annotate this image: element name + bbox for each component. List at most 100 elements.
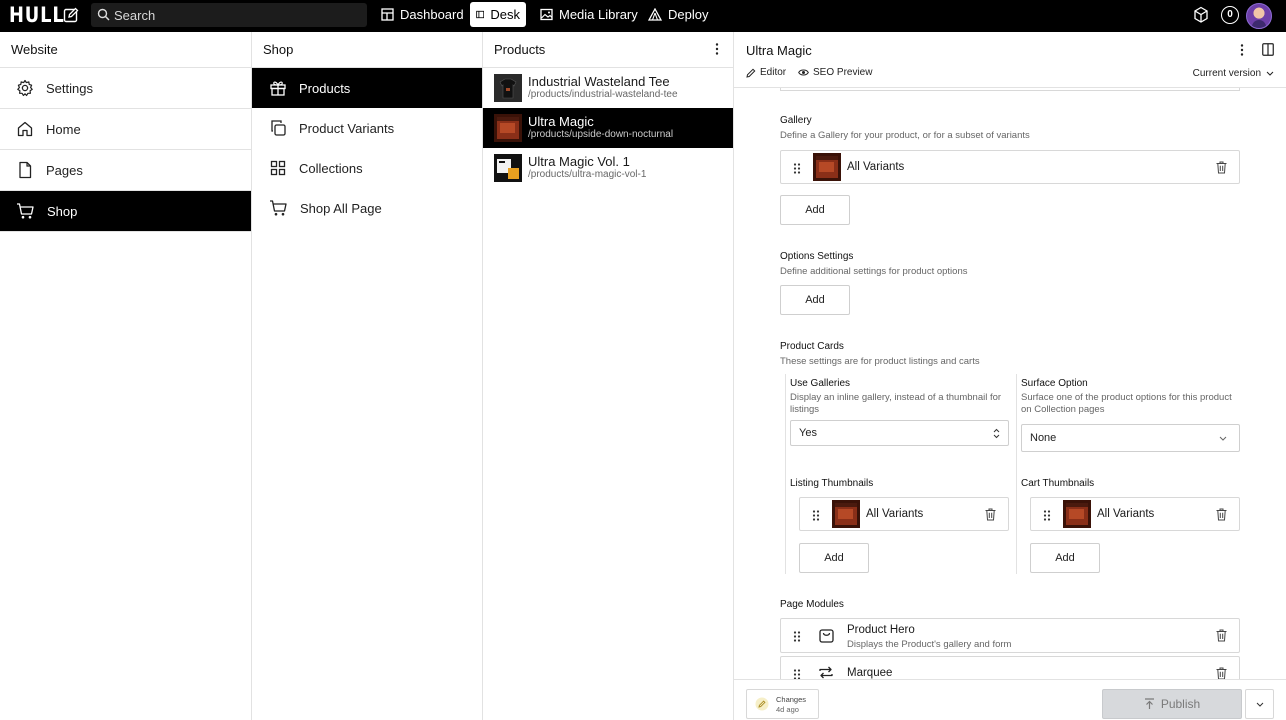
drag-handle-icon[interactable] bbox=[793, 669, 801, 679]
cart-add-button[interactable]: Add bbox=[1030, 543, 1100, 573]
module-title: Marquee bbox=[847, 667, 893, 679]
surface-option-description: Surface one of the product options for t… bbox=[1021, 392, 1232, 415]
trash-icon[interactable] bbox=[1216, 629, 1227, 642]
eye-icon bbox=[798, 69, 809, 76]
page-module-item[interactable]: Product Hero Displays the Product's gall… bbox=[780, 618, 1240, 653]
use-galleries-description: Display an inline gallery, instead of a … bbox=[790, 392, 1002, 415]
list-item[interactable]: Ultra Magic /products/upside-down-noctur… bbox=[483, 108, 733, 148]
sidebar-item-products[interactable]: Products bbox=[252, 68, 482, 108]
trash-icon[interactable] bbox=[1216, 667, 1227, 679]
page-module-item[interactable]: Marquee bbox=[780, 656, 1240, 679]
sidebar-item-product-variants[interactable]: Product Variants bbox=[252, 108, 482, 148]
nav-label: Dashboard bbox=[400, 7, 464, 22]
cube-icon[interactable] bbox=[1193, 6, 1209, 24]
surface-option-select[interactable]: None bbox=[1021, 424, 1240, 452]
nav-label: Desk bbox=[490, 7, 520, 22]
product-slug: /products/upside-down-nocturnal bbox=[528, 129, 674, 140]
drag-handle-icon[interactable] bbox=[812, 510, 820, 521]
nav-desk[interactable]: Desk bbox=[470, 2, 526, 27]
sidebar-item-settings[interactable]: Settings bbox=[0, 68, 251, 109]
edit-status-icon bbox=[755, 697, 769, 711]
editor-form[interactable]: Gallery Define a Gallery for your produc… bbox=[734, 87, 1286, 679]
use-galleries-select[interactable]: Yes bbox=[790, 420, 1009, 446]
logo[interactable]: HULL bbox=[9, 3, 65, 27]
cart-thumbnails-title: Cart Thumbnails bbox=[1021, 478, 1095, 489]
list-item[interactable]: Ultra Magic Vol. 1 /products/ultra-magic… bbox=[483, 148, 733, 188]
variant-thumbnail bbox=[832, 500, 860, 528]
dashboard-icon bbox=[381, 8, 394, 21]
publish-icon bbox=[1144, 698, 1154, 709]
drag-handle-icon[interactable] bbox=[793, 163, 801, 174]
listing-thumbnail-item[interactable]: All Variants bbox=[799, 497, 1009, 531]
repeat-icon bbox=[819, 666, 833, 679]
document-icon bbox=[19, 161, 32, 179]
drag-handle-icon[interactable] bbox=[793, 631, 801, 642]
gallery-add-button[interactable]: Add bbox=[780, 195, 850, 225]
avatar[interactable] bbox=[1246, 3, 1272, 29]
publish-label: Publish bbox=[1160, 697, 1201, 711]
nav-deploy[interactable]: Deploy bbox=[642, 2, 714, 27]
version-select[interactable]: Current version bbox=[1193, 68, 1274, 79]
sidebar-item-label: Product Variants bbox=[299, 120, 395, 136]
listing-add-button[interactable]: Add bbox=[799, 543, 869, 573]
cart-item-label: All Variants bbox=[1097, 508, 1155, 520]
nav-media-library[interactable]: Media Library bbox=[534, 2, 644, 27]
sidebar-item-label: Home bbox=[46, 121, 81, 137]
changes-time: 4d ago bbox=[776, 705, 799, 714]
editor-footer: Changes 4d ago Publish bbox=[734, 679, 1286, 720]
gallery-item[interactable]: All Variants bbox=[780, 150, 1240, 184]
product-cards-title: Product Cards bbox=[780, 341, 844, 352]
options-add-button[interactable]: Add bbox=[780, 285, 850, 315]
search-bar[interactable] bbox=[91, 3, 367, 27]
drag-handle-icon[interactable] bbox=[1043, 510, 1051, 521]
gallery-description: Define a Gallery for your product, or fo… bbox=[780, 130, 1030, 141]
nav-dashboard[interactable]: Dashboard bbox=[375, 2, 470, 27]
list-item[interactable]: Industrial Wasteland Tee /products/indus… bbox=[483, 68, 733, 108]
more-menu-icon[interactable] bbox=[1238, 43, 1246, 57]
variant-thumbnail bbox=[1063, 500, 1091, 528]
tab-seo-label: SEO Preview bbox=[813, 67, 873, 78]
publish-button[interactable]: Publish bbox=[1102, 689, 1242, 719]
tab-seo-preview[interactable]: SEO Preview bbox=[798, 67, 872, 78]
sidebar-item-label: Products bbox=[299, 80, 351, 96]
chevron-down-icon bbox=[1266, 71, 1274, 76]
sidebar-item-home[interactable]: Home bbox=[0, 109, 251, 150]
tab-editor[interactable]: Editor bbox=[746, 67, 786, 78]
product-slug: /products/ultra-magic-vol-1 bbox=[528, 169, 647, 180]
image-icon bbox=[540, 8, 553, 21]
split-pane-icon[interactable] bbox=[1262, 43, 1274, 56]
products-pane: Products Industrial Wasteland Tee /produ… bbox=[483, 32, 734, 720]
use-galleries-value: Yes bbox=[799, 427, 817, 439]
pane-title: Website bbox=[0, 32, 251, 68]
cart-thumbnail-item[interactable]: All Variants bbox=[1030, 497, 1240, 531]
more-menu-icon[interactable] bbox=[711, 42, 723, 56]
chevron-down-icon bbox=[1256, 702, 1264, 707]
product-title: Industrial Wasteland Tee bbox=[528, 74, 670, 89]
gallery-title: Gallery bbox=[780, 115, 812, 126]
sidebar-item-pages[interactable]: Pages bbox=[0, 150, 251, 191]
product-slug: /products/industrial-wasteland-tee bbox=[528, 89, 678, 100]
trash-icon[interactable] bbox=[1216, 161, 1227, 174]
notification-badge[interactable]: 0 bbox=[1221, 6, 1239, 24]
listing-thumbnails-title: Listing Thumbnails bbox=[790, 478, 874, 489]
compose-icon[interactable] bbox=[62, 6, 80, 24]
search-input[interactable] bbox=[114, 3, 359, 27]
surface-option-value: None bbox=[1030, 432, 1057, 444]
pane-title: Products bbox=[483, 32, 733, 68]
changes-label: Changes bbox=[776, 695, 807, 704]
sidebar-item-shop[interactable]: Shop bbox=[0, 191, 251, 232]
publish-menu-button[interactable] bbox=[1245, 689, 1274, 719]
sidebar-item-shop-all-page[interactable]: Shop All Page bbox=[252, 188, 482, 228]
deploy-icon bbox=[648, 8, 662, 21]
sidebar-item-collections[interactable]: Collections bbox=[252, 148, 482, 188]
nav-label: Deploy bbox=[668, 7, 709, 22]
changes-button[interactable]: Changes 4d ago bbox=[746, 689, 819, 719]
trash-icon[interactable] bbox=[985, 508, 996, 521]
product-title: Ultra Magic Vol. 1 bbox=[528, 154, 630, 169]
group-divider bbox=[785, 374, 786, 574]
sidebar-item-label: Shop All Page bbox=[300, 200, 382, 216]
trash-icon[interactable] bbox=[1216, 508, 1227, 521]
options-settings-title: Options Settings bbox=[780, 251, 854, 262]
listing-item-label: All Variants bbox=[866, 508, 924, 520]
home-icon bbox=[17, 121, 33, 137]
